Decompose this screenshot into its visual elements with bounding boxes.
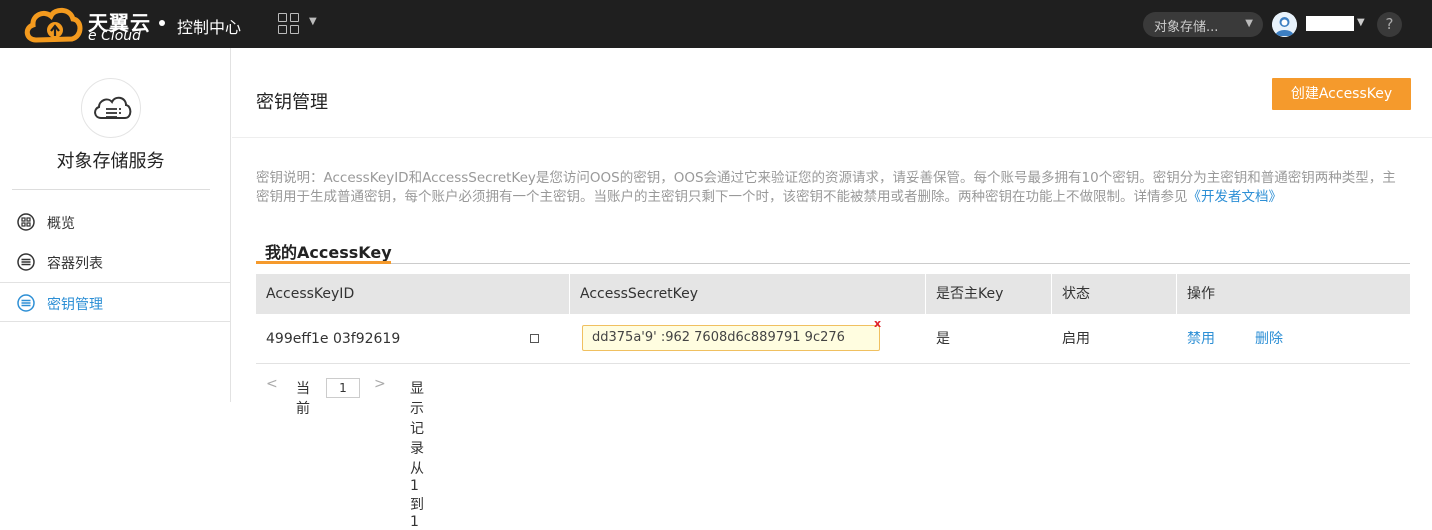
- logo-text-en: e Cloud: [88, 28, 142, 44]
- header-divider: [232, 137, 1432, 138]
- top-bar: 天翼云 e Cloud 控制中心 ▼ 对象存储... ▼ ▼ ?: [0, 0, 1432, 48]
- object-storage-icon: [81, 78, 141, 138]
- caret-down-icon: ▼: [309, 16, 317, 27]
- create-accesskey-button[interactable]: 创建AccessKey: [1272, 78, 1411, 110]
- service-select[interactable]: 对象存储... ▼: [1143, 12, 1263, 37]
- key-description: 密钥说明：AccessKeyID和AccessSecretKey是您访问OOS的…: [256, 169, 1396, 207]
- column-header-accesskeyid: AccessKeyID: [256, 274, 570, 314]
- ecloud-logo[interactable]: 天翼云 e Cloud: [22, 4, 152, 44]
- cell-accesskeyid: 499eff1e 03f92619: [266, 331, 401, 347]
- close-secret-button[interactable]: x: [874, 318, 881, 330]
- disable-key-link[interactable]: 禁用: [1177, 314, 1247, 364]
- table-row: 499eff1e 03f92619 dd375a'9' :962 7608d6c…: [256, 314, 1410, 364]
- caret-down-icon[interactable]: ▼: [1357, 17, 1365, 28]
- caret-down-icon: ▼: [1245, 18, 1253, 29]
- delete-key-link[interactable]: 删除: [1245, 314, 1315, 364]
- secret-key-value: dd375a'9' :962 7608d6c889791 9c276: [582, 325, 880, 351]
- grid-icon: [278, 13, 299, 34]
- cell-status: 启用: [1062, 331, 1090, 347]
- separator-dot: [159, 20, 165, 26]
- column-header-is-primary: 是否主Key: [926, 274, 1052, 314]
- dashboard-icon: [17, 213, 35, 231]
- disable-label[interactable]: 禁用: [1187, 331, 1215, 347]
- delete-label[interactable]: 删除: [1255, 331, 1283, 347]
- service-select-value: 对象存储...: [1154, 20, 1219, 35]
- page-title: 密钥管理: [256, 92, 328, 113]
- sidebar-item-container-list[interactable]: 容器列表: [0, 242, 230, 282]
- section-title: 我的AccessKey: [265, 243, 392, 262]
- record-summary: 显示记录从1到1: [410, 381, 424, 530]
- sidebar-item-label: 容器列表: [47, 256, 103, 272]
- sidebar-title: 对象存储服务: [56, 151, 165, 172]
- table-header: AccessKeyID AccessSecretKey 是否主Key 状态 操作: [256, 274, 1410, 314]
- cloud-logo-icon: [24, 7, 83, 43]
- key-list-icon: [17, 294, 35, 312]
- sidebar-item-label: 密钥管理: [47, 297, 103, 313]
- column-header-accesssecretkey: AccessSecretKey: [570, 274, 926, 314]
- list-icon: [17, 253, 35, 271]
- sidebar-item-label: 概览: [47, 216, 75, 232]
- current-page-label: 当前: [296, 381, 310, 417]
- sidebar-item-key-management[interactable]: 密钥管理: [0, 282, 230, 322]
- user-avatar-icon: [1272, 12, 1297, 37]
- username-redacted[interactable]: [1306, 16, 1354, 31]
- prev-page-button[interactable]: <: [266, 376, 278, 392]
- help-button[interactable]: ?: [1377, 12, 1402, 37]
- page-number-input[interactable]: 1: [326, 378, 360, 398]
- section-divider: [256, 263, 1410, 264]
- show-secret-checkbox[interactable]: [530, 334, 539, 343]
- next-page-button[interactable]: >: [374, 376, 386, 392]
- sidebar-divider: [12, 189, 210, 190]
- column-header-status: 状态: [1052, 274, 1177, 314]
- console-link[interactable]: 控制中心: [177, 14, 241, 38]
- cell-is-primary: 是: [936, 331, 950, 347]
- section-title-underline: [256, 261, 391, 264]
- apps-menu-button[interactable]: ▼: [278, 12, 320, 36]
- developer-doc-link[interactable]: 《开发者文档》: [1188, 189, 1283, 205]
- column-header-actions: 操作: [1187, 286, 1215, 302]
- sidebar-item-overview[interactable]: 概览: [0, 202, 230, 242]
- avatar[interactable]: [1272, 12, 1297, 37]
- sidebar: 对象存储服务 概览 容器列表 密钥管理: [0, 48, 231, 402]
